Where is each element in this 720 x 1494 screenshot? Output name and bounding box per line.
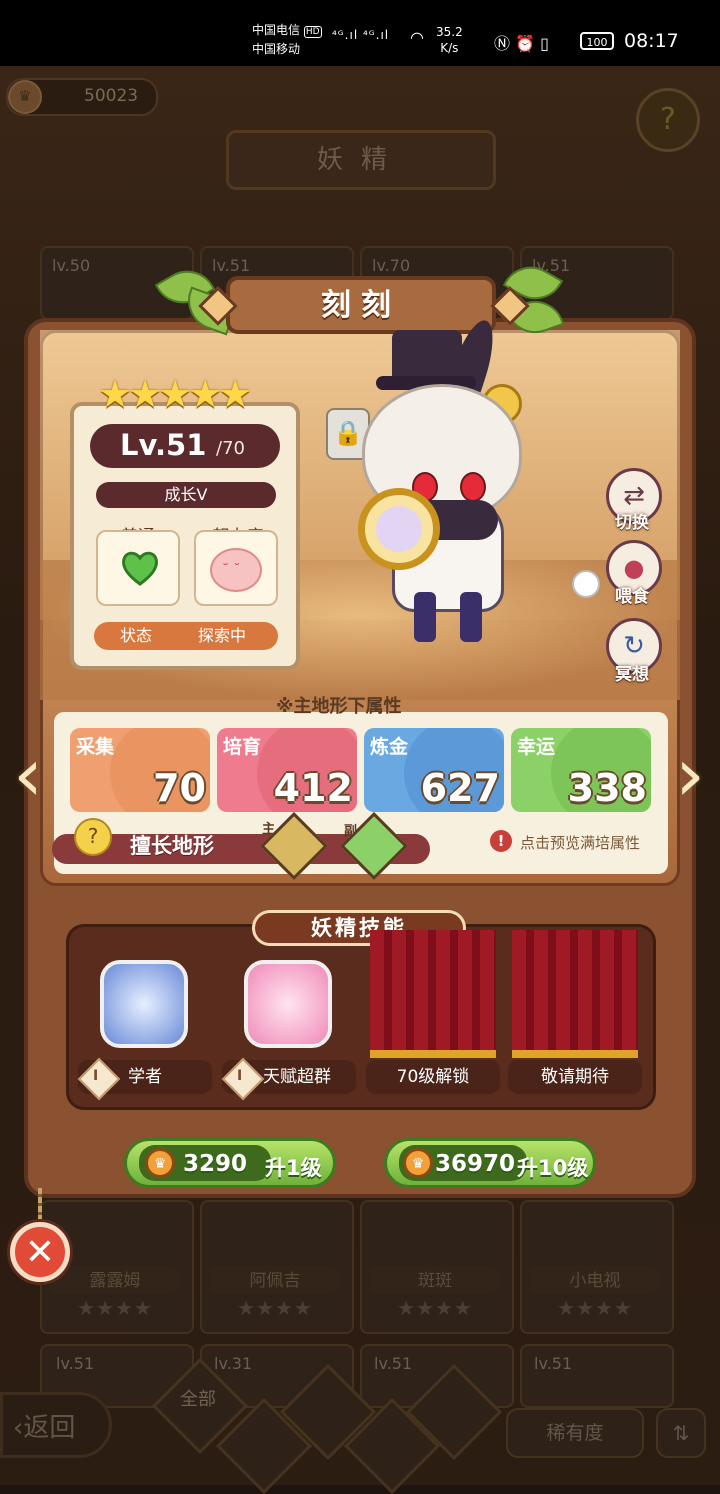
attr-value: 338 <box>567 766 647 810</box>
upgrade-label: 升10级 <box>517 1156 589 1180</box>
pendulum-ball <box>572 570 600 598</box>
speed-unit: K/s <box>440 41 459 55</box>
carrier-primary: 中国电信 <box>252 23 301 37</box>
attr-gather-card: 采集 70 <box>70 728 210 812</box>
curtain-coming-icon[interactable] <box>512 930 638 1058</box>
heart-icon <box>122 551 158 586</box>
bg-card-stars: ★★★★ <box>557 1296 633 1320</box>
battery-icon: 100 <box>580 32 614 50</box>
speed-value: 35.2 <box>436 25 463 39</box>
skill-rank-text: I <box>93 1068 99 1084</box>
terrain-label: 擅长地形 <box>130 834 214 858</box>
attr-luck-card: 幸运 338 <box>511 728 651 812</box>
bg-level-tag: lv.50 <box>52 256 91 275</box>
coin-icon: ♛ <box>403 1148 433 1178</box>
bg-fairy-name: 露露姆 <box>50 1266 180 1294</box>
pink-octopus-icon[interactable] <box>244 960 332 1048</box>
hd-badge: HD <box>303 26 322 38</box>
clock: 08:17 <box>624 30 679 52</box>
swap-label[interactable]: 切换 <box>602 508 662 533</box>
carrier-labels: 中国电信 HD 中国移动 <box>252 22 322 58</box>
skill-label[interactable]: 敬请期待 <box>508 1060 642 1094</box>
feed-label[interactable]: 喂食 <box>602 582 662 607</box>
upgrade-cost: 3290 <box>183 1151 248 1177</box>
status-label: 状态 <box>120 626 153 645</box>
close-button[interactable]: ✕ <box>10 1222 70 1282</box>
rarity-sort-button[interactable]: 稀有度 <box>506 1408 644 1458</box>
bg-card-stars: ★★★★ <box>397 1296 473 1320</box>
filter-all-label: 全部 <box>180 1389 216 1410</box>
level-max: /70 <box>216 438 245 459</box>
attr-value: 412 <box>273 766 353 810</box>
character-leg <box>460 592 482 642</box>
bg-level-tag: lv.70 <box>372 256 411 275</box>
coin-value: 50023 <box>84 86 139 106</box>
system-icons: Ⓝ ⏰ ▯ <box>494 30 549 54</box>
attr-name: 幸运 <box>517 736 556 758</box>
preview-full-stats-link[interactable]: 点击预览满培属性 <box>520 832 640 853</box>
upgrade-label: 升1级 <box>265 1156 322 1180</box>
sort-icon[interactable]: ⇅ <box>656 1408 706 1458</box>
warning-icon: ! <box>490 830 512 852</box>
attr-alchemy-card: 炼金 627 <box>364 728 504 812</box>
terrain-help-icon[interactable]: ? <box>74 818 112 856</box>
character-leg <box>414 592 436 642</box>
upgrade-10-button[interactable]: ♛ 36970 升10级 <box>384 1138 596 1188</box>
attribute-note: ※主地形下属性 <box>276 696 402 717</box>
network-speed: 35.2 K/s <box>436 24 463 56</box>
bg-card-stars: ★★★★ <box>77 1296 153 1320</box>
snowman-scholar-icon[interactable] <box>100 960 188 1048</box>
bg-level-tag: lv.51 <box>212 256 251 275</box>
skill-label[interactable]: 70级解锁 <box>366 1060 500 1094</box>
signal-icons: ⁴ᴳ.ıl ⁴ᴳ.ıl <box>332 28 390 42</box>
status-bar: 状态 探索中 <box>94 622 278 650</box>
attr-nurture-card: 培育 412 <box>217 728 357 812</box>
wifi-icon: ◠ <box>410 28 424 47</box>
nfc-icon: Ⓝ <box>494 34 511 53</box>
vibrate-icon: ▯ <box>540 34 549 53</box>
help-button[interactable]: ? <box>636 88 700 152</box>
character-eye <box>460 472 486 502</box>
level-value: Lv.51 <box>120 428 207 462</box>
bg-fairy-name: 阿佩吉 <box>210 1266 340 1294</box>
chain-decoration <box>38 1188 42 1224</box>
bg-fairy-name: 斑斑 <box>370 1266 500 1294</box>
watch-face <box>376 506 422 552</box>
rarity-stars: ★★★★★ <box>98 372 252 416</box>
bg-fairy-name: 小电视 <box>530 1266 660 1294</box>
effort-face-eyes: ˘ ˘ <box>222 562 241 578</box>
alarm-icon: ⏰ <box>515 34 536 53</box>
bg-card-stars: ★★★★ <box>237 1296 313 1320</box>
meditate-label[interactable]: 冥想 <box>602 660 662 685</box>
attr-name: 炼金 <box>370 736 409 758</box>
skill-name: 学者 <box>128 1067 162 1087</box>
skill-slot[interactable] <box>230 932 356 1058</box>
back-button[interactable]: ‹返回 <box>0 1392 112 1458</box>
fairy-name: 刻刻 <box>226 276 496 334</box>
upgrade-cost: 36970 <box>435 1151 516 1177</box>
bg-level-tag: lv.51 <box>534 1354 573 1373</box>
back-label: 返回 <box>23 1413 76 1443</box>
coin-icon: ♛ <box>145 1148 175 1178</box>
status-value: 探索中 <box>198 626 247 645</box>
upgrade-1-button[interactable]: ♛ 3290 升1级 <box>124 1138 336 1188</box>
attr-value: 70 <box>153 766 206 810</box>
skill-rank-text: I <box>237 1068 243 1084</box>
coin-icon: ♛ <box>8 80 42 114</box>
curtain-locked-icon[interactable] <box>370 930 496 1058</box>
carrier-secondary: 中国移动 <box>252 42 301 56</box>
bg-level-tag: lv.31 <box>214 1354 253 1373</box>
bg-level-tag: lv.51 <box>56 1354 95 1373</box>
page-title: 妖精 <box>226 130 496 190</box>
attr-name: 培育 <box>223 736 262 758</box>
attr-name: 采集 <box>76 736 115 758</box>
skill-slot[interactable] <box>86 932 212 1058</box>
attr-value: 627 <box>420 766 500 810</box>
next-fairy-button[interactable]: › <box>670 730 710 820</box>
growth-rank: 成长V <box>96 482 276 508</box>
bg-level-tag: lv.51 <box>374 1354 413 1373</box>
prev-fairy-button[interactable]: ‹ <box>8 730 48 820</box>
